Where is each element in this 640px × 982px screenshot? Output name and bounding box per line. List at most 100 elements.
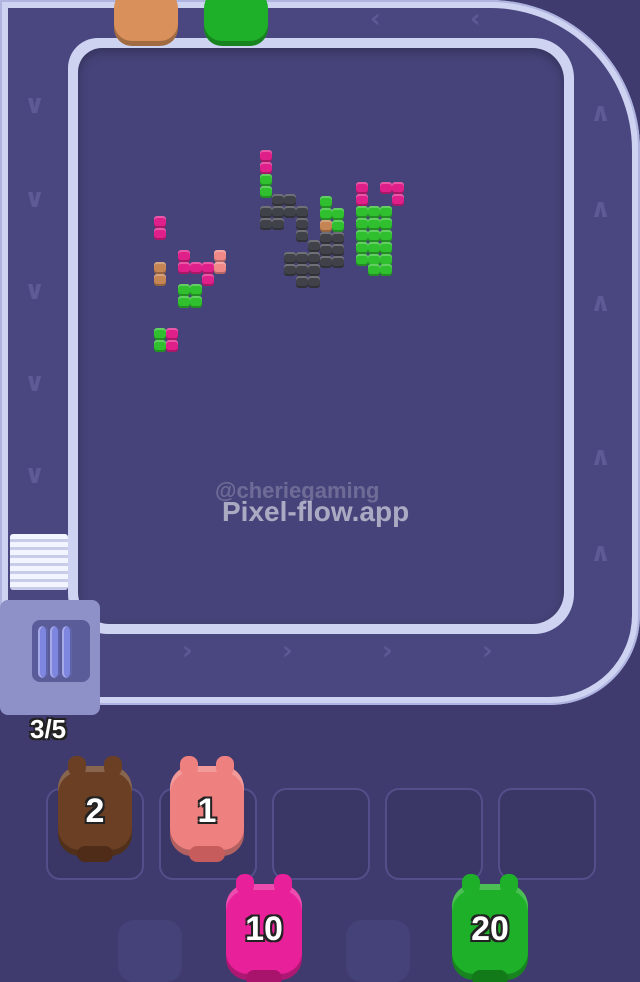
pixel-block — [260, 218, 272, 230]
chevron-up-icon: ∧ — [590, 98, 612, 128]
pixel-block — [308, 264, 320, 276]
snout-icon — [246, 970, 282, 982]
pixel-block — [202, 262, 214, 274]
pixel-block — [356, 182, 368, 194]
chevron-down-icon: ∨ — [24, 184, 46, 214]
pixel-block — [380, 230, 392, 242]
pixel-block — [154, 340, 166, 352]
pixel-block — [320, 244, 332, 256]
ear-icon — [462, 874, 480, 894]
pixel-block — [154, 274, 166, 286]
ear-icon — [104, 756, 122, 776]
pixel-block — [154, 328, 166, 340]
pixel-block — [272, 206, 284, 218]
slot-4[interactable] — [385, 788, 483, 880]
ear-icon — [216, 756, 234, 776]
pixel-block — [356, 230, 368, 242]
pixel-block — [332, 244, 344, 256]
chevron-left-icon: ‹ — [470, 4, 481, 34]
pixel-block — [260, 206, 272, 218]
pixel-block — [214, 250, 226, 262]
chevron-down-icon: ∨ — [24, 460, 46, 490]
pixel-block — [308, 252, 320, 264]
pixel-block — [368, 218, 380, 230]
pixel-block — [356, 218, 368, 230]
pixel-block — [284, 264, 296, 276]
chevron-left-icon: ‹ — [370, 4, 381, 34]
pixel-block — [202, 274, 214, 286]
pixel-block — [166, 340, 178, 352]
pixel-block — [178, 250, 190, 262]
pixel-block — [368, 242, 380, 254]
pixel-block — [320, 196, 332, 208]
pixel-block — [284, 206, 296, 218]
roll-icon — [62, 626, 72, 678]
chevron-down-icon: ∨ — [24, 276, 46, 306]
ear-icon — [274, 874, 292, 894]
pixel-block — [368, 264, 380, 276]
pixel-block — [260, 174, 272, 186]
unit-count: 1 — [197, 792, 217, 830]
pixel-block — [356, 206, 368, 218]
queue-capacity: 3/5 — [30, 714, 67, 744]
queue-stairs — [10, 534, 68, 590]
chevron-right-icon: › — [382, 636, 393, 666]
pixel-block — [380, 218, 392, 230]
pixel-block — [154, 216, 166, 228]
pixel-board — [78, 48, 564, 624]
pixel-block — [392, 194, 404, 206]
pixel-block — [320, 232, 332, 244]
orange-pig-icon — [114, 0, 178, 46]
pixel-block — [332, 208, 344, 220]
pixel-block — [178, 296, 190, 308]
green-pig-icon — [204, 0, 268, 46]
pixel-block — [368, 206, 380, 218]
chevron-right-icon: › — [182, 636, 193, 666]
brown-pig-unit[interactable]: 2 — [58, 756, 132, 862]
pixel-block — [332, 232, 344, 244]
pixel-block — [380, 242, 392, 254]
ear-icon — [68, 756, 86, 776]
unit-count: 2 — [85, 792, 105, 830]
pixel-block — [320, 256, 332, 268]
unit-count: 20 — [471, 910, 509, 948]
waiting-placeholder — [118, 920, 182, 982]
pixel-block — [380, 182, 392, 194]
slot-3[interactable] — [272, 788, 370, 880]
magenta-pig-unit[interactable]: 10 — [226, 874, 302, 982]
chevron-up-icon: ∧ — [590, 538, 612, 568]
pixel-block — [284, 194, 296, 206]
waiting-placeholder — [346, 920, 410, 982]
pixel-block — [320, 208, 332, 220]
pixel-block — [166, 328, 178, 340]
ear-icon — [236, 874, 254, 894]
chevron-up-icon: ∧ — [590, 194, 612, 224]
pixel-block — [296, 252, 308, 264]
pixel-block — [178, 284, 190, 296]
pixel-block — [296, 230, 308, 242]
pixel-block — [296, 276, 308, 288]
chevron-down-icon: ∨ — [24, 368, 46, 398]
pixel-block — [154, 228, 166, 240]
pixel-block — [320, 220, 332, 232]
slot-5[interactable] — [498, 788, 596, 880]
pixel-block — [190, 262, 202, 274]
ear-icon — [500, 874, 518, 894]
chevron-right-icon: › — [482, 636, 493, 666]
pixel-block — [308, 240, 320, 252]
watermark-site: Pixel-flow.app — [222, 496, 410, 527]
pixel-block — [356, 242, 368, 254]
roll-icon — [38, 626, 48, 678]
pixel-block — [308, 276, 320, 288]
snout-icon — [189, 846, 225, 862]
green-pig-unit[interactable]: 20 — [452, 874, 528, 982]
pixel-block — [260, 186, 272, 198]
roll-icon — [50, 626, 60, 678]
pixel-block — [284, 252, 296, 264]
pixel-block — [356, 254, 368, 266]
pink-pig-unit[interactable]: 1 — [170, 756, 244, 862]
pixel-block — [368, 230, 380, 242]
pixel-block — [178, 262, 190, 274]
pixel-block — [356, 194, 368, 206]
chevron-right-icon: › — [282, 636, 293, 666]
